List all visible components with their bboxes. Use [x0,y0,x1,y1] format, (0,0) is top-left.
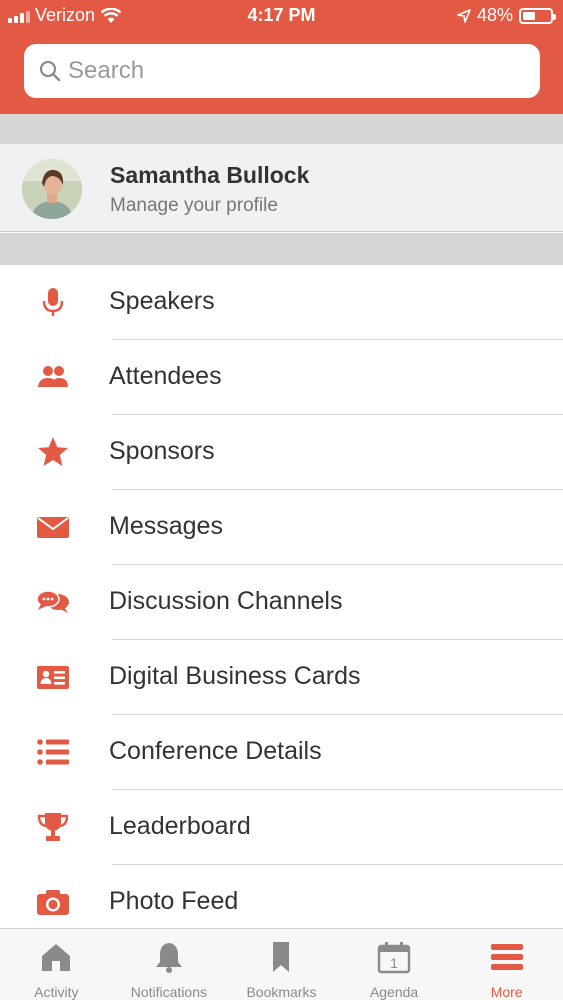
tab-activity[interactable]: Activity [0,929,113,1000]
menu-item-attendees[interactable]: Attendees [0,340,563,415]
menu-item-label: Messages [109,512,223,540]
status-bar: Verizon 4:17 PM 48% [0,0,563,32]
menu-item-label: Leaderboard [109,812,251,840]
tab-label: Agenda [369,984,419,1000]
id-card-icon [36,660,70,694]
tab-bar: Activity Notifications Bookmarks 1 Agend… [0,928,563,1000]
menu-item-speakers[interactable]: Speakers [0,265,563,340]
chat-bubbles-icon [36,585,70,619]
microphone-icon [36,285,70,319]
bookmark-icon [273,942,290,972]
search-icon [39,60,61,82]
star-icon [36,435,70,469]
tab-label: Bookmarks [246,984,317,1000]
home-icon [42,944,71,971]
menu-item-digital-business-cards[interactable]: Digital Business Cards [0,640,563,715]
menu-item-messages[interactable]: Messages [0,490,563,565]
search-bar[interactable] [24,44,540,98]
avatar [22,159,82,219]
tab-label: More [490,984,523,1000]
section-spacer [0,233,563,265]
calendar-icon: 1 [377,942,411,974]
section-spacer [0,114,563,144]
menu-item-label: Photo Feed [109,887,239,915]
tab-notifications[interactable]: Notifications [113,929,226,1000]
tab-label: Activity [34,984,79,1000]
tab-bookmarks[interactable]: Bookmarks [225,929,338,1000]
location-arrow-icon [457,8,471,23]
profile-row[interactable]: Samantha Bullock Manage your profile [0,144,563,232]
envelope-icon [36,510,70,544]
manage-profile-link: Manage your profile [110,195,278,216]
camera-icon [36,885,70,919]
tab-label: Notifications [130,984,208,1000]
tab-more[interactable]: More [450,929,563,1000]
menu-item-discussion-channels[interactable]: Discussion Channels [0,565,563,640]
menu-item-conference-details[interactable]: Conference Details [0,715,563,790]
menu-item-label: Digital Business Cards [109,662,361,690]
list-icon [36,735,70,769]
menu-item-sponsors[interactable]: Sponsors [0,415,563,490]
menu-item-label: Speakers [109,287,215,315]
battery-icon [519,7,556,24]
trophy-icon [36,810,70,844]
menu-item-label: Discussion Channels [109,587,343,615]
menu-item-label: Attendees [109,362,222,390]
people-icon [36,360,70,394]
header: Verizon 4:17 PM 48% [0,0,563,114]
more-menu-list: Speakers Attendees Sponsors Messages Dis… [0,265,563,940]
battery-percent: 48% [476,5,513,25]
bell-icon [155,943,182,973]
tab-agenda[interactable]: 1 Agenda [338,929,451,1000]
search-input[interactable] [68,57,508,85]
profile-name: Samantha Bullock [110,162,310,188]
calendar-day: 1 [390,955,398,971]
menu-item-label: Sponsors [109,437,215,465]
menu-item-leaderboard[interactable]: Leaderboard [0,790,563,865]
hamburger-menu-icon [490,944,523,970]
menu-item-label: Conference Details [109,737,322,765]
